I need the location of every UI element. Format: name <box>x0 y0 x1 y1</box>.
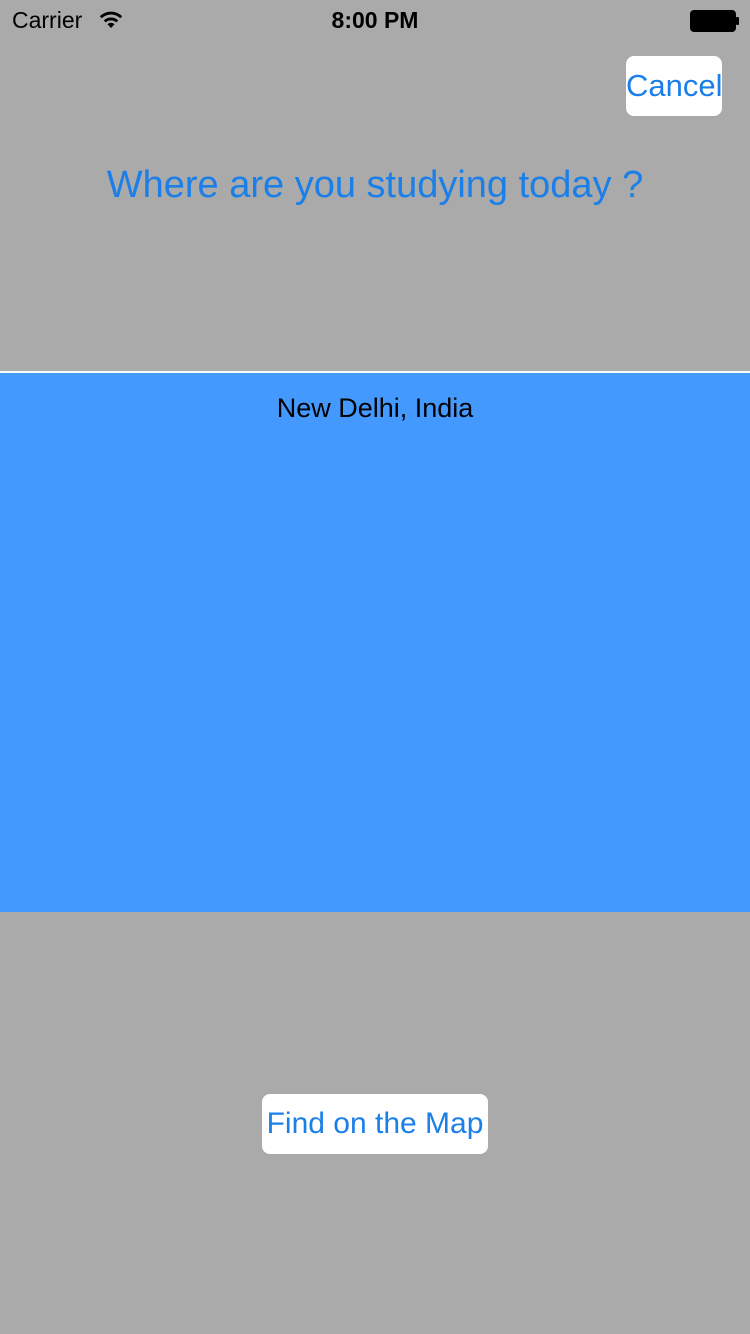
cancel-button[interactable]: Cancel <box>626 56 723 116</box>
status-time: 8:00 PM <box>331 7 419 33</box>
page-title: Where are you studying today ? <box>106 164 644 206</box>
status-bar: Carrier 8:00 PM <box>0 0 750 40</box>
picker-selected-row[interactable]: New Delhi, India <box>0 393 750 424</box>
battery-icon <box>690 10 739 32</box>
location-picker[interactable]: New Delhi, India <box>0 373 750 912</box>
find-on-map-button[interactable]: Find on the Map <box>262 1094 488 1154</box>
